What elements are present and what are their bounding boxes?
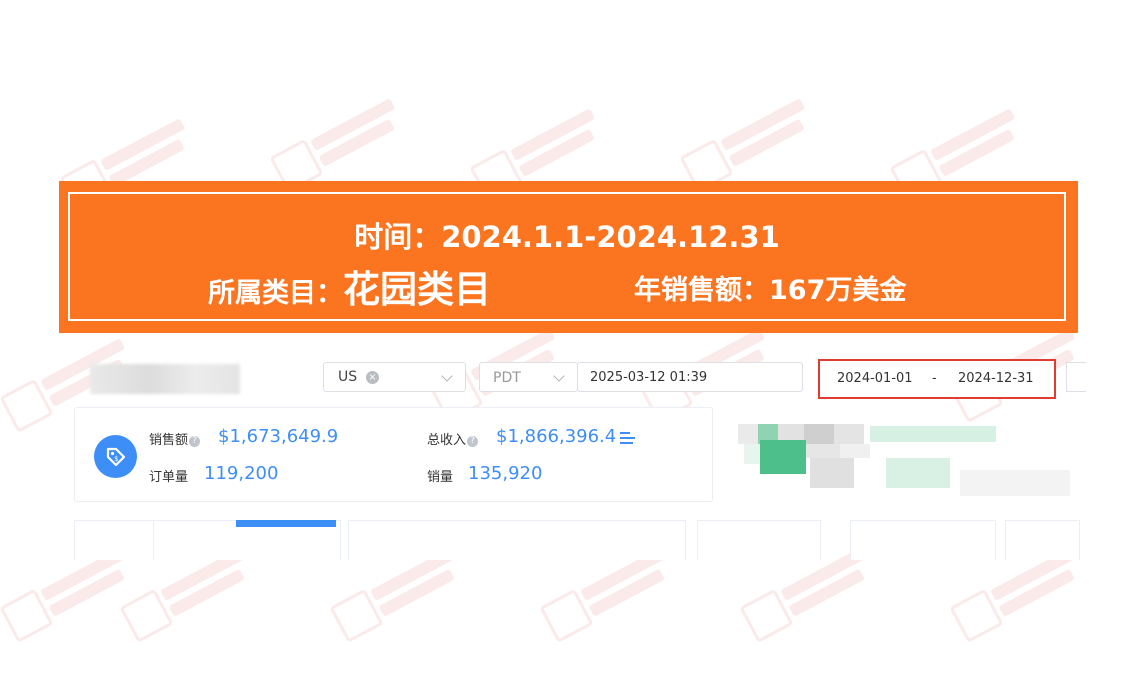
country-select[interactable]: US × — [323, 362, 466, 392]
svg-text:$: $ — [114, 455, 118, 463]
banner-annual-sales: 年销售额：167万美金 — [634, 275, 907, 306]
active-tab-indicator — [236, 520, 336, 527]
sales-value: $1,673,649.9 — [218, 426, 339, 447]
chevron-down-icon — [553, 370, 565, 382]
question-circle-icon[interactable]: ? — [189, 436, 201, 447]
units-value: 135,920 — [468, 463, 543, 484]
list-menu-icon[interactable] — [620, 432, 635, 444]
banner-category-value: 花园类目 — [343, 268, 491, 311]
question-circle-icon[interactable]: ? — [467, 436, 479, 447]
timezone-select[interactable]: PDT — [479, 362, 578, 392]
revenue-value: $1,866,396.4 — [496, 426, 617, 447]
banner-category-label: 所属类目： — [208, 278, 343, 309]
country-value: US — [338, 369, 358, 385]
revenue-label: 总收入? — [427, 429, 479, 448]
tab[interactable] — [850, 520, 996, 560]
blurred-store-selector[interactable] — [90, 364, 240, 394]
filter-edge-control[interactable] — [1066, 362, 1086, 392]
summary-banner: 时间：2024.1.1-2024.12.31 所属类目：花园类目 年销售额：16… — [59, 181, 1078, 333]
date-end[interactable]: 2024-12-31 — [958, 371, 1034, 386]
banner-time-range: 时间：2024.1.1-2024.12.31 — [354, 220, 780, 254]
price-tag-icon: $ — [94, 435, 137, 478]
banner-frame: 时间：2024.1.1-2024.12.31 所属类目：花园类目 年销售额：16… — [68, 192, 1066, 321]
tab[interactable] — [1005, 520, 1080, 560]
timezone-value: PDT — [493, 370, 521, 386]
sales-label: 销售额? — [149, 429, 201, 448]
tab[interactable] — [697, 520, 821, 560]
current-time-value: 2025-03-12 01:39 — [590, 370, 708, 385]
close-circle-icon[interactable]: × — [366, 371, 379, 384]
date-range-picker[interactable]: 2024-01-01 - 2024-12-31 — [818, 359, 1056, 399]
tab[interactable] — [74, 520, 154, 560]
orders-value: 119,200 — [204, 463, 279, 484]
chevron-down-icon — [441, 370, 453, 382]
banner-category: 所属类目：花园类目 — [208, 270, 491, 314]
date-start[interactable]: 2024-01-01 — [837, 371, 913, 386]
units-label: 销量 — [427, 470, 454, 485]
date-separator: - — [932, 371, 937, 386]
tab[interactable] — [348, 520, 686, 560]
orders-label: 订单量 — [149, 470, 189, 485]
current-time-field[interactable]: 2025-03-12 01:39 — [577, 362, 803, 392]
stats-card: $ 销售额? $1,673,649.9 总收入? $1,866,396.4 订单… — [74, 407, 713, 502]
